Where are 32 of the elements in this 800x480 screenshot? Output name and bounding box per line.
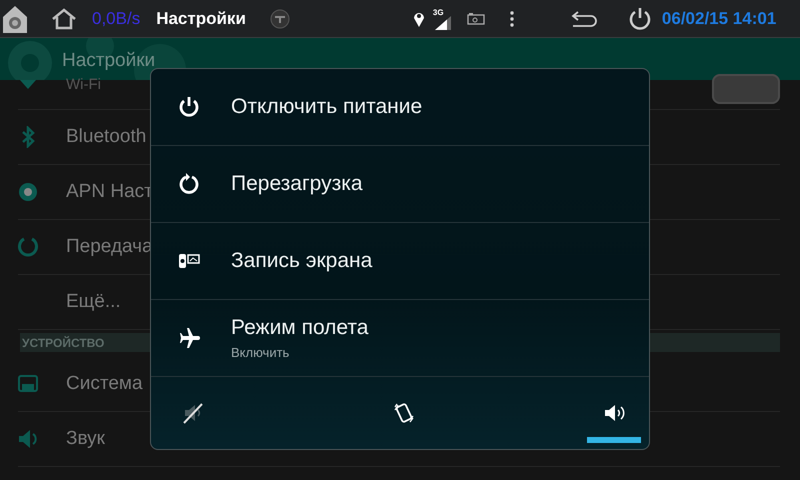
back-icon[interactable] (570, 10, 598, 26)
setting-icon (18, 373, 38, 395)
signal-icon (432, 16, 453, 30)
power-icon[interactable] (628, 6, 652, 30)
setting-label[interactable]: Ещё... (66, 291, 121, 313)
setting-label[interactable]: Wi-Fi (66, 76, 101, 93)
setting-icon (18, 181, 38, 203)
network-type: 3G (432, 8, 444, 16)
home-settings-icon[interactable] (2, 4, 28, 34)
wifi-switch[interactable] (712, 74, 780, 104)
menu-item-label[interactable]: Запись экрана (231, 249, 372, 273)
camera-icon[interactable] (466, 12, 485, 24)
setting-label[interactable]: Система (66, 373, 143, 395)
setting-icon (18, 236, 38, 258)
header-title: Настройки (62, 50, 156, 73)
date-time: 06/02/15 14:01 (662, 8, 776, 28)
home-icon[interactable] (50, 6, 78, 30)
app-title: Настройки (156, 8, 246, 28)
menu-item-label[interactable]: Отключить питание (231, 95, 422, 119)
setting-label[interactable]: Bluetooth (66, 126, 146, 148)
setting-label[interactable]: APN Наст (66, 181, 153, 203)
network-speed: 0,0B/s (92, 8, 140, 28)
steering-wheel-icon[interactable] (270, 8, 290, 28)
setting-label[interactable]: Передача (66, 236, 153, 258)
setting-icon (18, 428, 38, 450)
power-icon (177, 95, 201, 119)
airplane-icon (177, 326, 201, 350)
setting-label[interactable]: Звук (66, 428, 105, 450)
vibrate-icon[interactable] (392, 401, 416, 425)
overflow-menu-icon[interactable] (510, 10, 514, 26)
menu-item-label[interactable]: Перезагрузка (231, 172, 363, 196)
restart-icon (177, 172, 201, 196)
